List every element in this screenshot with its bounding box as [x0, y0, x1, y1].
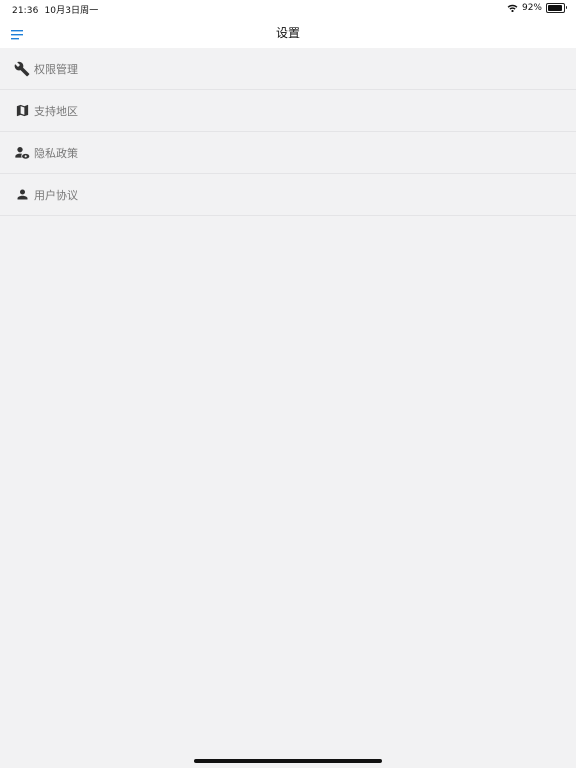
navigation-bar: 设置: [0, 16, 576, 48]
wrench-icon: [14, 61, 30, 77]
settings-item-label: 支持地区: [34, 104, 78, 118]
battery-percent: 92%: [521, 3, 542, 13]
settings-item-user-agreement[interactable]: 用户协议: [0, 174, 576, 216]
status-time-date: 21:36 10月3日周一: [12, 3, 98, 16]
user-privacy-icon: [14, 145, 30, 161]
wifi-icon: [507, 4, 518, 12]
status-date: 10月3日周一: [44, 6, 99, 16]
settings-item-label: 用户协议: [34, 188, 78, 202]
settings-item-regions[interactable]: 支持地区: [0, 90, 576, 132]
settings-item-label: 权限管理: [34, 62, 78, 76]
battery-icon: [546, 3, 567, 13]
person-icon: [14, 187, 30, 203]
home-indicator: [194, 759, 382, 763]
settings-list: 权限管理 支持地区 隐私政策 用户协议: [0, 48, 576, 216]
battery-tip: [565, 6, 567, 9]
settings-item-privacy[interactable]: 隐私政策: [0, 132, 576, 174]
status-time: 21:36: [12, 6, 39, 16]
status-bar: 21:36 10月3日周一 92%: [0, 0, 576, 16]
page-title: 设置: [275, 26, 300, 40]
status-indicators: 92%: [507, 3, 567, 13]
settings-item-label: 隐私政策: [34, 146, 78, 160]
map-icon: [14, 103, 30, 119]
settings-item-permissions[interactable]: 权限管理: [0, 48, 576, 90]
battery-fill: [548, 5, 562, 11]
